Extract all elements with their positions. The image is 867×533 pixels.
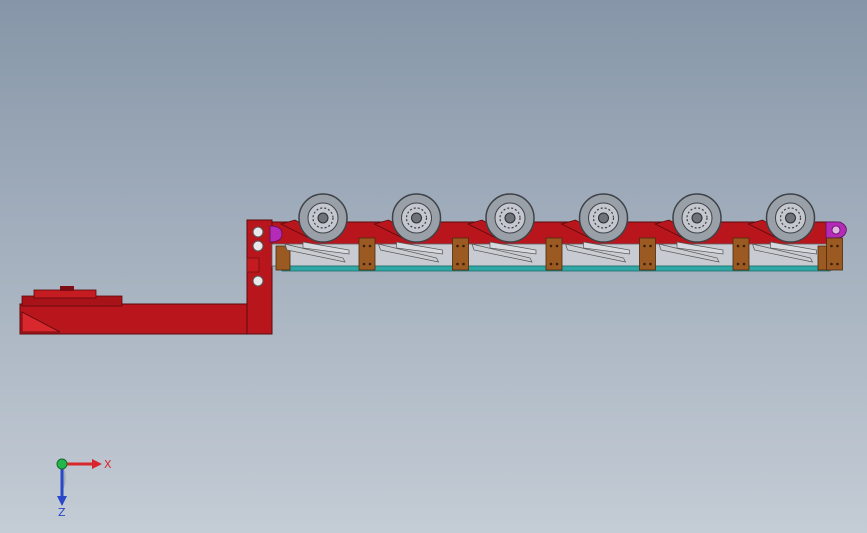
plate-bolt (549, 262, 553, 266)
riser-pin-top (252, 226, 264, 238)
mounting-plate (358, 237, 376, 271)
plate-bolt (456, 262, 459, 266)
mounting-plate (545, 237, 563, 271)
plate-bolt (549, 244, 553, 248)
wheel-hub (598, 212, 609, 224)
wheel-hub (411, 212, 422, 224)
wheel-hub (785, 212, 796, 224)
riser-pin-bottom (252, 275, 264, 287)
turntable-top (33, 289, 97, 299)
x-axis-label: X (104, 458, 112, 471)
riser-pin-mid (252, 240, 264, 252)
plate-bolt (456, 244, 459, 248)
plate-bolt (830, 244, 833, 248)
orientation-triad[interactable]: X Z (40, 450, 130, 520)
plate-bolt (462, 262, 465, 266)
plate-bolt (836, 244, 839, 248)
plate-bolt (736, 262, 740, 266)
plate-bolt (462, 244, 465, 248)
rear-hitch-eye (831, 225, 841, 235)
gooseneck (19, 219, 273, 335)
mounting-plate (826, 237, 843, 271)
wheel-hub (504, 212, 516, 224)
king-pin (60, 286, 74, 291)
plate-bolt (555, 262, 559, 266)
plate-bolt (362, 244, 366, 248)
plate-bolt (368, 262, 372, 266)
z-axis-arrow (57, 496, 67, 506)
plate-bolt (736, 244, 740, 248)
y-axis-dot (56, 458, 68, 470)
mounting-plate (639, 237, 656, 271)
x-axis-arrow (92, 459, 102, 469)
plate-bolt (368, 244, 372, 248)
plate-bolt (836, 262, 839, 266)
mounting-plate (732, 237, 750, 271)
z-axis-label: Z (58, 506, 66, 519)
plate-bolt (643, 244, 646, 248)
mounting-plate (452, 237, 469, 271)
plate-bolt (649, 262, 652, 266)
plate-bolt (649, 244, 652, 248)
wheel-hub (691, 212, 703, 224)
plate-bolt (830, 262, 833, 266)
plate-bolt (742, 244, 746, 248)
plate-bolt (643, 262, 646, 266)
riser-plate (246, 257, 260, 273)
trailer-model[interactable] (0, 0, 867, 533)
plate-bolt (742, 262, 746, 266)
plate-bolt (555, 244, 559, 248)
wheel-hub (317, 212, 329, 224)
gooseneck-base (19, 303, 273, 335)
plate-bolt (362, 262, 366, 266)
cad-viewport[interactable]: X Z (0, 0, 867, 533)
